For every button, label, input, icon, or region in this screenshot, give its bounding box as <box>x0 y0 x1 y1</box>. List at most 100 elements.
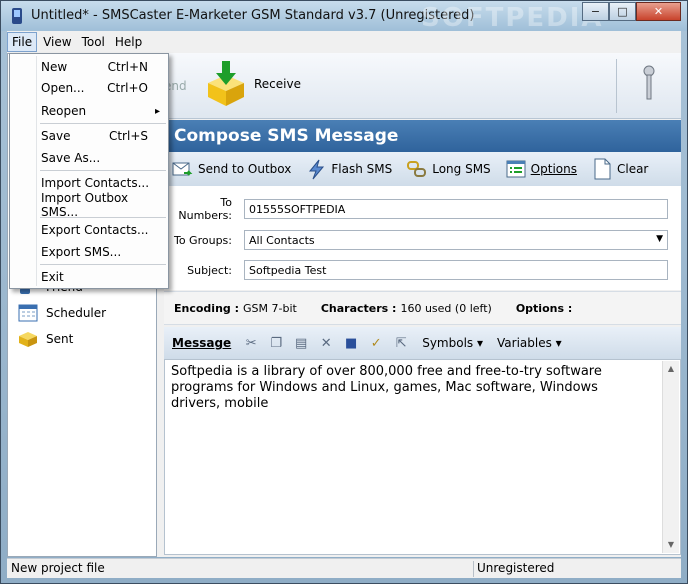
message-toolbar: Message ✂ ❐ ▤ ✕ ■ ✓ ⇱ Symbols ▾ Variable… <box>164 327 681 359</box>
paste-icon[interactable]: ▤ <box>293 335 309 351</box>
title-bar[interactable]: Untitled* - SMSCaster E-Marketer GSM Sta… <box>1 1 687 33</box>
menu-item-import-outbox[interactable]: Import Outbox SMS... <box>10 191 168 219</box>
compose-toolbar: Send to Outbox Flash SMS Long SMS Option… <box>164 152 681 186</box>
clear-format-icon[interactable]: ⇱ <box>393 335 409 351</box>
menu-item-reopen[interactable]: Reopen ▸ <box>10 101 168 121</box>
variables-label: Variables <box>497 336 552 350</box>
long-sms-button[interactable]: Long SMS <box>406 158 491 180</box>
menu-bar: File View Tool Help <box>7 31 681 53</box>
app-icon <box>12 8 22 24</box>
clear-label: Clear <box>616 162 649 176</box>
menu-item-open[interactable]: Open... Ctrl+O <box>10 78 168 98</box>
toolbar-separator <box>616 59 617 113</box>
options-label: Options <box>530 162 577 176</box>
subject-row: Subject: Softpedia Test <box>164 259 681 281</box>
menu-item-label: Open... <box>41 81 85 95</box>
subject-input[interactable]: Softpedia Test <box>244 260 668 280</box>
send-to-outbox-label: Send to Outbox <box>198 162 292 176</box>
to-numbers-input[interactable]: 01555SOFTPEDIA <box>244 199 668 219</box>
menu-item-new[interactable]: New Ctrl+N <box>10 57 168 77</box>
options-icon <box>506 160 526 178</box>
close-button[interactable]: ✕ <box>636 2 681 21</box>
subject-label: Subject: <box>187 263 232 277</box>
minimize-button[interactable]: − <box>582 2 609 21</box>
submenu-arrow-icon: ▸ <box>154 105 160 117</box>
calendar-icon <box>18 304 38 322</box>
menu-item-save-as[interactable]: Save As... <box>10 148 168 168</box>
window-title: Untitled* - SMSCaster E-Marketer GSM Sta… <box>31 8 475 23</box>
select-all-icon[interactable]: ■ <box>343 335 359 351</box>
menu-view[interactable]: View <box>39 33 75 51</box>
to-numbers-label: To Numbers: <box>178 196 232 222</box>
main-pane: end Receive Compose SMS Message Send to … <box>164 53 681 557</box>
file-menu: New Ctrl+N Open... Ctrl+O Reopen ▸ Save … <box>9 53 169 289</box>
message-body: Softpedia is a library of over 800,000 f… <box>171 364 602 411</box>
sidebar-item-sent[interactable]: Sent <box>18 330 73 348</box>
pin-icon[interactable] <box>642 65 656 101</box>
menu-item-label: Import Contacts... <box>41 176 150 190</box>
message-textarea[interactable]: Softpedia is a library of over 800,000 f… <box>164 359 681 555</box>
scroll-down-icon[interactable]: ▼ <box>663 537 679 553</box>
menu-item-label: Save <box>41 129 71 143</box>
scroll-up-icon[interactable]: ▲ <box>663 361 679 377</box>
maximize-button[interactable]: □ <box>609 2 636 21</box>
copy-icon[interactable]: ❐ <box>268 335 284 351</box>
to-groups-select[interactable]: All Contacts ▼ <box>244 230 668 250</box>
encoding-label: Encoding : <box>174 301 240 315</box>
menu-item-exit[interactable]: Exit <box>10 267 168 287</box>
receive-label: Receive <box>254 77 301 91</box>
menu-tool[interactable]: Tool <box>78 33 109 51</box>
app-window: Untitled* - SMSCaster E-Marketer GSM Sta… <box>0 0 688 584</box>
cut-icon[interactable]: ✂ <box>243 335 259 351</box>
sidebar-item-label: Scheduler <box>46 306 107 320</box>
box-icon <box>19 332 37 347</box>
flash-icon <box>309 159 325 180</box>
page-icon <box>594 158 611 180</box>
menu-file[interactable]: File <box>7 32 38 52</box>
menu-shortcut: Ctrl+O <box>107 81 148 95</box>
options-info-label: Options : <box>515 301 573 315</box>
options-button[interactable]: Options <box>505 158 577 180</box>
sidebar-item-label: Sent <box>46 332 74 346</box>
sidebar-item-scheduler[interactable]: Scheduler <box>18 304 106 322</box>
status-text: New project file <box>11 561 105 575</box>
characters-value: 160 used (0 left) <box>400 301 492 315</box>
variables-dropdown[interactable]: Variables ▾ <box>497 336 562 350</box>
delete-icon[interactable]: ✕ <box>318 335 334 351</box>
menu-item-import-contacts[interactable]: Import Contacts... <box>10 173 168 193</box>
receive-icon <box>208 61 244 106</box>
info-bar: Encoding : GSM 7-bit Characters : 160 us… <box>164 291 681 325</box>
to-groups-value: All Contacts <box>249 234 315 247</box>
clear-button[interactable]: Clear <box>591 158 648 180</box>
chain-icon <box>407 161 427 177</box>
menu-item-export-sms[interactable]: Export SMS... <box>10 242 168 262</box>
message-scrollbar[interactable]: ▲ ▼ <box>662 361 679 553</box>
flash-sms-label: Flash SMS <box>331 162 393 176</box>
compose-header: Compose SMS Message <box>164 120 681 152</box>
flash-sms-button[interactable]: Flash SMS <box>305 158 392 180</box>
menu-item-label: New <box>41 60 68 74</box>
menu-item-label: Exit <box>41 270 64 284</box>
registration-status: Unregistered <box>477 561 555 575</box>
symbols-dropdown[interactable]: Symbols ▾ <box>422 336 483 350</box>
menu-item-export-contacts[interactable]: Export Contacts... <box>10 220 168 240</box>
menu-help[interactable]: Help <box>111 33 146 51</box>
menu-item-label: Save As... <box>41 151 101 165</box>
menu-shortcut: Ctrl+S <box>108 129 148 143</box>
characters-label: Characters : <box>320 301 397 315</box>
spell-check-icon[interactable]: ✓ <box>368 335 384 351</box>
encoding-value: GSM 7-bit <box>243 301 297 315</box>
message-label: Message <box>172 336 232 350</box>
to-numbers-row: To Numbers: 01555SOFTPEDIA <box>164 196 681 222</box>
main-toolbar: end Receive <box>164 53 681 119</box>
menu-item-label: Export Contacts... <box>41 223 149 237</box>
long-sms-label: Long SMS <box>432 162 491 176</box>
symbols-label: Symbols <box>422 336 474 350</box>
receive-button[interactable]: Receive <box>204 59 301 109</box>
menu-item-save[interactable]: Save Ctrl+S <box>10 126 168 146</box>
menu-item-label: Import Outbox SMS... <box>41 191 129 219</box>
menu-separator <box>40 217 166 218</box>
watermark: SOFTPEDIA <box>421 3 604 33</box>
send-to-outbox-button[interactable]: Send to Outbox <box>172 158 291 180</box>
status-bar: New project file Unregistered <box>7 558 681 578</box>
